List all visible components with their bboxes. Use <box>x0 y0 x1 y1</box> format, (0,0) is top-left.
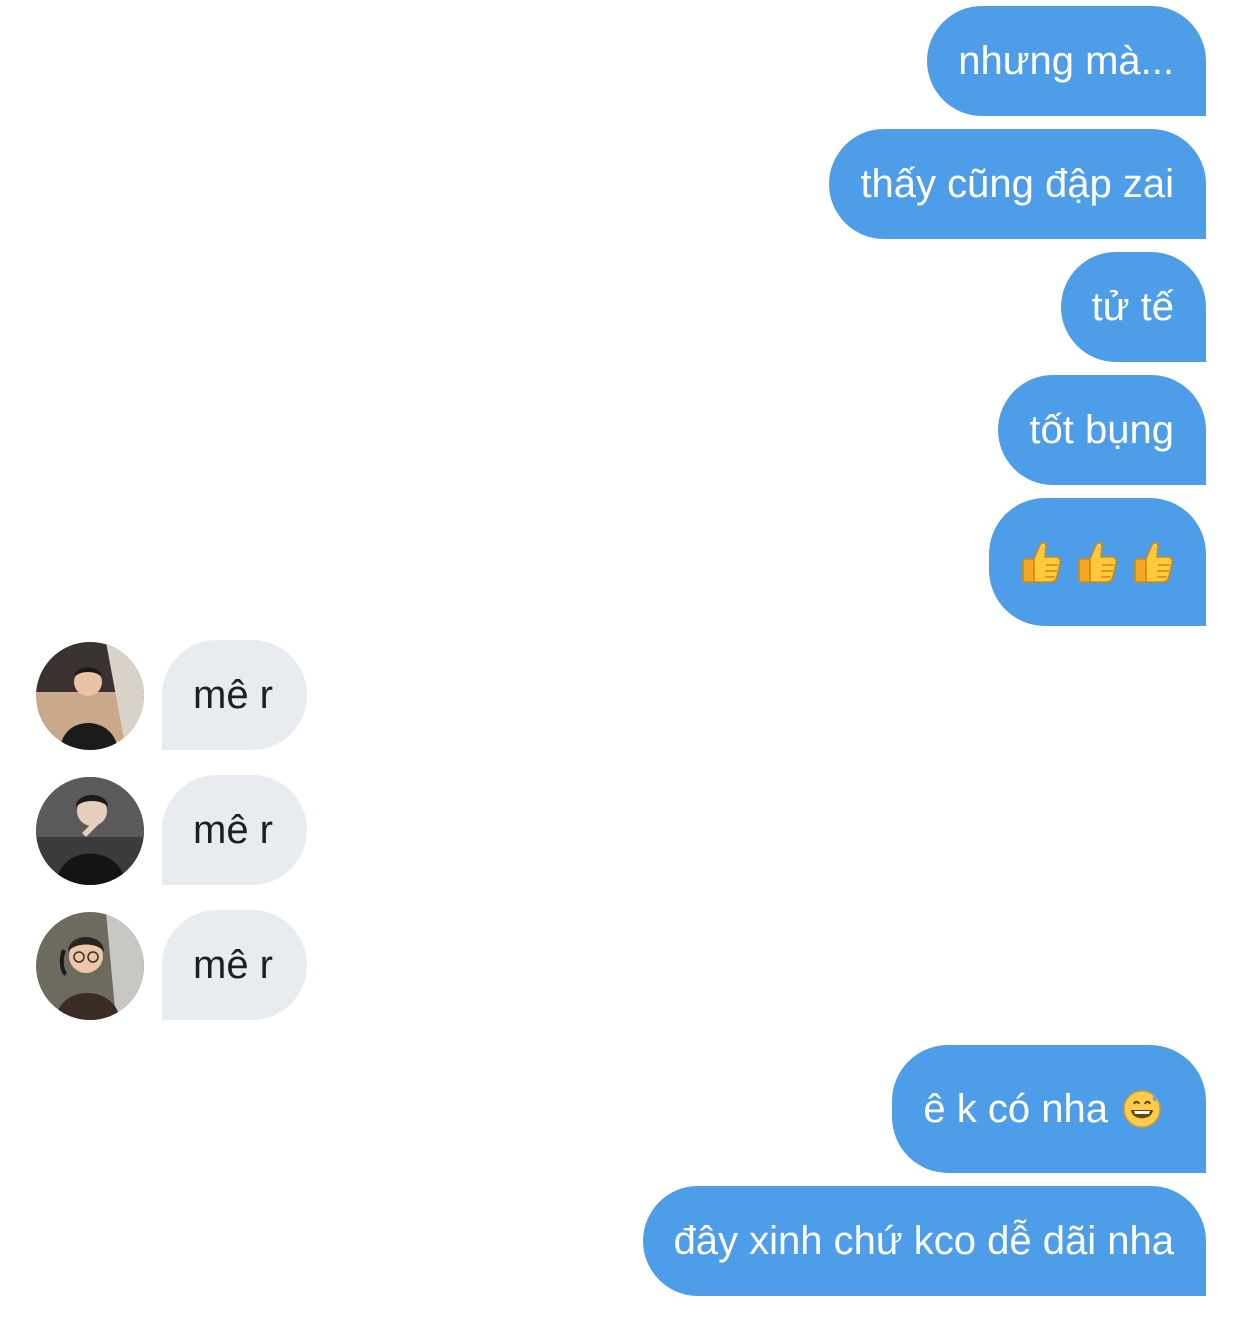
message-text: thấy cũng đập zai <box>860 162 1174 206</box>
avatar[interactable] <box>36 777 144 885</box>
outgoing-emoji-message[interactable] <box>989 498 1206 626</box>
outgoing-message[interactable]: ê k có nha <box>892 1045 1206 1173</box>
message-text: tử tế <box>1091 285 1174 329</box>
message-text: mê r <box>193 943 273 987</box>
thumbs-up-icon <box>1076 539 1118 585</box>
message-text: tốt bụng <box>1029 408 1174 452</box>
incoming-message[interactable]: mê r <box>162 640 307 750</box>
avatar[interactable] <box>36 642 144 750</box>
incoming-message[interactable]: mê r <box>162 910 307 1020</box>
outgoing-message[interactable]: tốt bụng <box>998 375 1206 485</box>
grinning-sweat-icon <box>1122 1089 1162 1129</box>
message-text: ê k có nha <box>923 1087 1108 1131</box>
message-text: mê r <box>193 673 273 717</box>
avatar[interactable] <box>36 912 144 1020</box>
message-content: ê k có nha <box>923 1089 1162 1129</box>
thumbs-up-icon <box>1132 539 1174 585</box>
message-text: đây xinh chứ kco dễ dãi nha <box>673 1219 1174 1263</box>
outgoing-message[interactable]: tử tế <box>1060 252 1206 362</box>
thumbs-up-icon <box>1020 539 1062 585</box>
outgoing-message[interactable]: thấy cũng đập zai <box>829 129 1206 239</box>
outgoing-message[interactable]: đây xinh chứ kco dễ dãi nha <box>642 1186 1206 1296</box>
emoji-group <box>1020 539 1174 585</box>
message-text: mê r <box>193 808 273 852</box>
message-text: nhưng mà... <box>958 39 1174 83</box>
outgoing-message[interactable]: nhưng mà... <box>927 6 1206 116</box>
incoming-message[interactable]: mê r <box>162 775 307 885</box>
